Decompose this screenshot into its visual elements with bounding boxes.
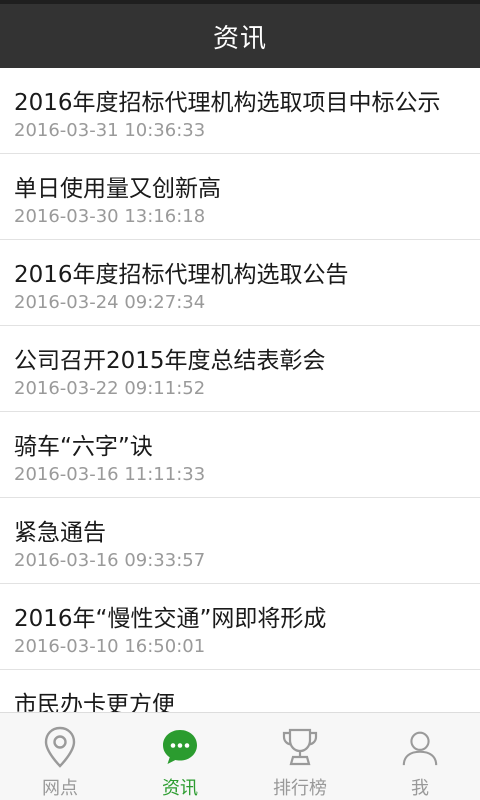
- tab-outlets[interactable]: 网点: [0, 713, 120, 800]
- news-item[interactable]: 单日使用量又创新高 2016-03-30 13:16:18: [0, 154, 480, 240]
- news-date: 2016-03-24 09:27:34: [14, 292, 206, 313]
- news-title: 市民办卡更方便: [14, 692, 175, 712]
- news-date: 2016-03-10 16:50:01: [14, 636, 206, 657]
- tab-label: 排行榜: [273, 778, 327, 799]
- news-date: 2016-03-16 11:11:33: [14, 464, 206, 485]
- chat-bubble-icon: [160, 725, 200, 768]
- app-window: 资讯 2016年度招标代理机构选取项目中标公示 2016-03-31 10:36…: [0, 0, 480, 800]
- user-icon: [400, 725, 440, 768]
- tab-ranking[interactable]: 排行榜: [240, 713, 360, 800]
- location-pin-icon: [40, 725, 80, 768]
- tab-me[interactable]: 我: [360, 713, 480, 800]
- news-list[interactable]: 2016年度招标代理机构选取项目中标公示 2016-03-31 10:36:33…: [0, 68, 480, 712]
- header-bar: 资讯: [0, 0, 480, 68]
- news-title: 单日使用量又创新高: [14, 176, 221, 202]
- news-item[interactable]: 市民办卡更方便: [0, 670, 480, 712]
- bottom-tab-bar: 网点 资讯 排行榜 我: [0, 712, 480, 800]
- news-title: 骑车“六字”诀: [14, 434, 153, 460]
- news-item[interactable]: 骑车“六字”诀 2016-03-16 11:11:33: [0, 412, 480, 498]
- news-title: 2016年度招标代理机构选取公告: [14, 262, 349, 288]
- tab-label: 我: [411, 778, 429, 799]
- news-date: 2016-03-22 09:11:52: [14, 378, 206, 399]
- news-item[interactable]: 2016年“慢性交通”网即将形成 2016-03-10 16:50:01: [0, 584, 480, 670]
- news-item[interactable]: 2016年度招标代理机构选取项目中标公示 2016-03-31 10:36:33: [0, 68, 480, 154]
- news-title: 2016年“慢性交通”网即将形成: [14, 606, 327, 632]
- tab-news[interactable]: 资讯: [120, 713, 240, 800]
- news-title: 2016年度招标代理机构选取项目中标公示: [14, 90, 441, 116]
- news-item[interactable]: 公司召开2015年度总结表彰会 2016-03-22 09:11:52: [0, 326, 480, 412]
- news-date: 2016-03-30 13:16:18: [14, 206, 206, 227]
- tab-label: 网点: [42, 778, 78, 799]
- news-item[interactable]: 紧急通告 2016-03-16 09:33:57: [0, 498, 480, 584]
- news-title: 紧急通告: [14, 520, 106, 546]
- page-title: 资讯: [212, 23, 267, 54]
- news-date: 2016-03-16 09:33:57: [14, 550, 206, 571]
- tab-label: 资讯: [162, 778, 198, 799]
- news-title: 公司召开2015年度总结表彰会: [14, 348, 326, 374]
- news-item[interactable]: 2016年度招标代理机构选取公告 2016-03-24 09:27:34: [0, 240, 480, 326]
- trophy-icon: [280, 725, 320, 768]
- news-date: 2016-03-31 10:36:33: [14, 120, 206, 141]
